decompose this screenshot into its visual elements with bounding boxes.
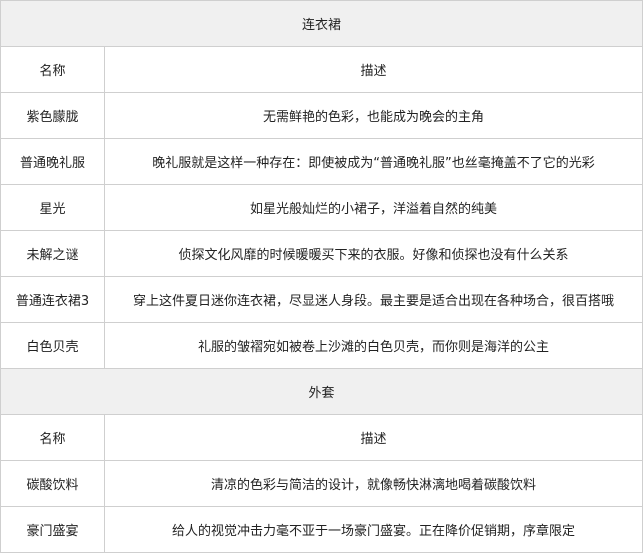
item-desc: 给人的视觉冲击力毫不亚于一场豪门盛宴。正在降价促销期，序章限定 bbox=[103, 506, 643, 553]
column-header-row: 名称 描述 bbox=[0, 46, 643, 93]
column-header-row: 名称 描述 bbox=[0, 414, 643, 461]
column-header-desc: 描述 bbox=[103, 46, 643, 93]
table-row: 普通晚礼服 晚礼服就是这样一种存在：即使被成为“普通晚礼服”也丝毫掩盖不了它的光… bbox=[0, 138, 643, 185]
item-desc: 侦探文化风靡的时候暖暖买下来的衣服。好像和侦探也没有什么关系 bbox=[103, 230, 643, 277]
item-desc: 如星光般灿烂的小裙子，洋溢着自然的纯美 bbox=[103, 184, 643, 231]
table-row: 未解之谜 侦探文化风靡的时候暖暖买下来的衣服。好像和侦探也没有什么关系 bbox=[0, 230, 643, 277]
item-name: 星光 bbox=[0, 184, 105, 231]
item-name: 普通晚礼服 bbox=[0, 138, 105, 185]
section-title: 外套 bbox=[0, 368, 643, 415]
table-row: 紫色朦胧 无需鲜艳的色彩，也能成为晚会的主角 bbox=[0, 92, 643, 139]
column-header-name: 名称 bbox=[0, 46, 105, 93]
table-row: 碳酸饮料 清凉的色彩与简洁的设计，就像畅快淋漓地喝着碳酸饮料 bbox=[0, 460, 643, 507]
item-name: 白色贝壳 bbox=[0, 322, 105, 369]
clothing-table: 连衣裙 名称 描述 紫色朦胧 无需鲜艳的色彩，也能成为晚会的主角 普通晚礼服 晚… bbox=[0, 0, 643, 553]
column-header-name: 名称 bbox=[0, 414, 105, 461]
section-title: 连衣裙 bbox=[0, 0, 643, 47]
column-header-desc: 描述 bbox=[103, 414, 643, 461]
item-name: 未解之谜 bbox=[0, 230, 105, 277]
item-desc: 清凉的色彩与简洁的设计，就像畅快淋漓地喝着碳酸饮料 bbox=[103, 460, 643, 507]
table-row: 豪门盛宴 给人的视觉冲击力毫不亚于一场豪门盛宴。正在降价促销期，序章限定 bbox=[0, 506, 643, 553]
item-name: 紫色朦胧 bbox=[0, 92, 105, 139]
table-row: 白色贝壳 礼服的皱褶宛如被卷上沙滩的白色贝壳，而你则是海洋的公主 bbox=[0, 322, 643, 369]
item-desc: 礼服的皱褶宛如被卷上沙滩的白色贝壳，而你则是海洋的公主 bbox=[103, 322, 643, 369]
item-name: 豪门盛宴 bbox=[0, 506, 105, 553]
table-row: 星光 如星光般灿烂的小裙子，洋溢着自然的纯美 bbox=[0, 184, 643, 231]
item-desc: 穿上这件夏日迷你连衣裙，尽显迷人身段。最主要是适合出现在各种场合，很百搭哦 bbox=[103, 276, 643, 323]
section-title-row: 连衣裙 bbox=[0, 0, 643, 47]
section-title-row: 外套 bbox=[0, 368, 643, 415]
item-name: 碳酸饮料 bbox=[0, 460, 105, 507]
item-desc: 无需鲜艳的色彩，也能成为晚会的主角 bbox=[103, 92, 643, 139]
item-name: 普通连衣裙3 bbox=[0, 276, 105, 323]
item-desc: 晚礼服就是这样一种存在：即使被成为“普通晚礼服”也丝毫掩盖不了它的光彩 bbox=[103, 138, 643, 185]
table-row: 普通连衣裙3 穿上这件夏日迷你连衣裙，尽显迷人身段。最主要是适合出现在各种场合，… bbox=[0, 276, 643, 323]
